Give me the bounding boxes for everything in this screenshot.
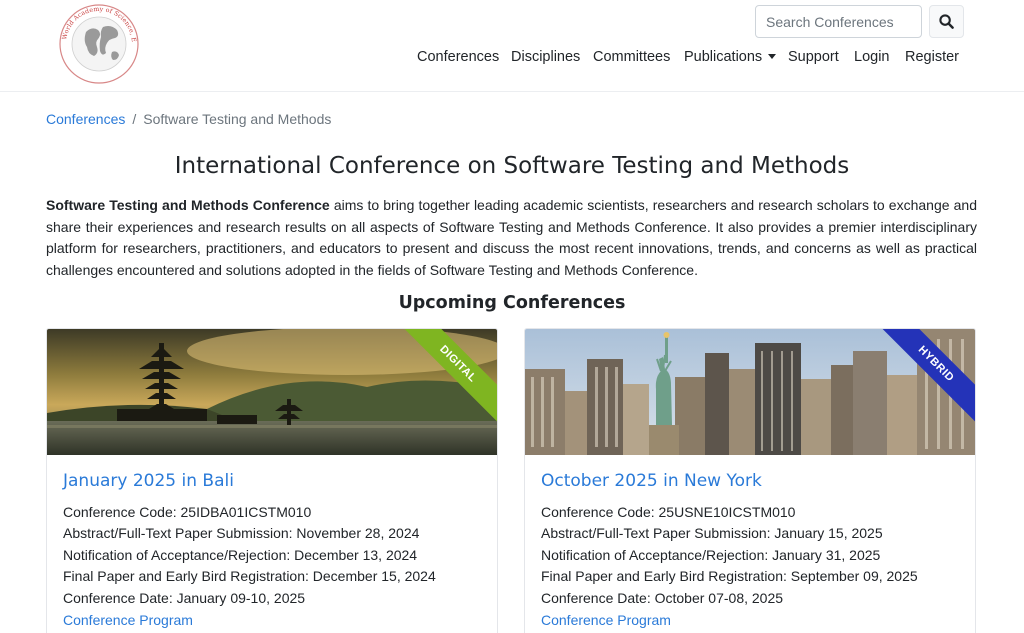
conference-date: Conference Date: October 07-08, 2025 <box>541 590 784 606</box>
bali-temple-image[interactable]: DIGITAL <box>47 329 497 455</box>
card-title-bali[interactable]: January 2025 in Bali <box>63 471 234 491</box>
breadcrumb-conferences[interactable]: Conferences <box>46 111 125 127</box>
nav-publications-label: Publications <box>684 49 763 65</box>
page-title: International Conference on Software Tes… <box>174 153 850 179</box>
site-header: World Academy of Science, Engineering an… <box>0 0 1024 92</box>
breadcrumb-current: Software Testing and Methods <box>143 111 332 127</box>
search-button[interactable] <box>929 5 964 38</box>
search-icon <box>939 14 954 29</box>
nav-disciplines[interactable]: Disciplines <box>511 49 580 65</box>
notification-date: Notification of Acceptance/Rejection: De… <box>63 547 418 563</box>
upcoming-heading: Upcoming Conferences <box>398 293 626 313</box>
card-title-new-york[interactable]: October 2025 in New York <box>541 471 762 491</box>
nav-register[interactable]: Register <box>905 49 959 65</box>
final-paper-date: Final Paper and Early Bird Registration:… <box>541 568 918 584</box>
conference-code: Conference Code: 25USNE10ICSTM010 <box>541 504 796 520</box>
nav-conferences[interactable]: Conferences <box>417 49 499 65</box>
breadcrumb: Conferences / Software Testing and Methods <box>46 111 331 127</box>
new-york-skyline-image[interactable]: HYBRID <box>525 329 975 455</box>
nav-support[interactable]: Support <box>788 49 839 65</box>
conference-date: Conference Date: January 09-10, 2025 <box>63 590 306 606</box>
conference-program-link[interactable]: Conference Program <box>541 612 671 628</box>
nav-committees[interactable]: Committees <box>593 49 670 65</box>
intro-bold: Software Testing and Methods Conference <box>46 197 330 213</box>
abstract-deadline: Abstract/Full-Text Paper Submission: Nov… <box>63 525 420 541</box>
intro-paragraph: Software Testing and Methods Conference … <box>46 195 977 281</box>
conference-code: Conference Code: 25IDBA01ICSTM010 <box>63 504 312 520</box>
breadcrumb-separator: / <box>132 111 137 127</box>
notification-date: Notification of Acceptance/Rejection: Ja… <box>541 547 881 563</box>
conference-program-link[interactable]: Conference Program <box>63 612 193 628</box>
nav-publications[interactable]: Publications <box>684 49 777 65</box>
conference-card-bali: DIGITAL January 2025 in Bali Conference … <box>46 328 498 633</box>
nav-login[interactable]: Login <box>854 49 889 65</box>
waset-logo[interactable]: World Academy of Science, Engineering an… <box>56 2 142 86</box>
search-input[interactable] <box>755 5 922 38</box>
chevron-down-icon <box>768 54 777 59</box>
conference-card-new-york: HYBRID October 2025 in New York Conferen… <box>524 328 976 633</box>
final-paper-date: Final Paper and Early Bird Registration:… <box>63 568 436 584</box>
abstract-deadline: Abstract/Full-Text Paper Submission: Jan… <box>541 525 883 541</box>
